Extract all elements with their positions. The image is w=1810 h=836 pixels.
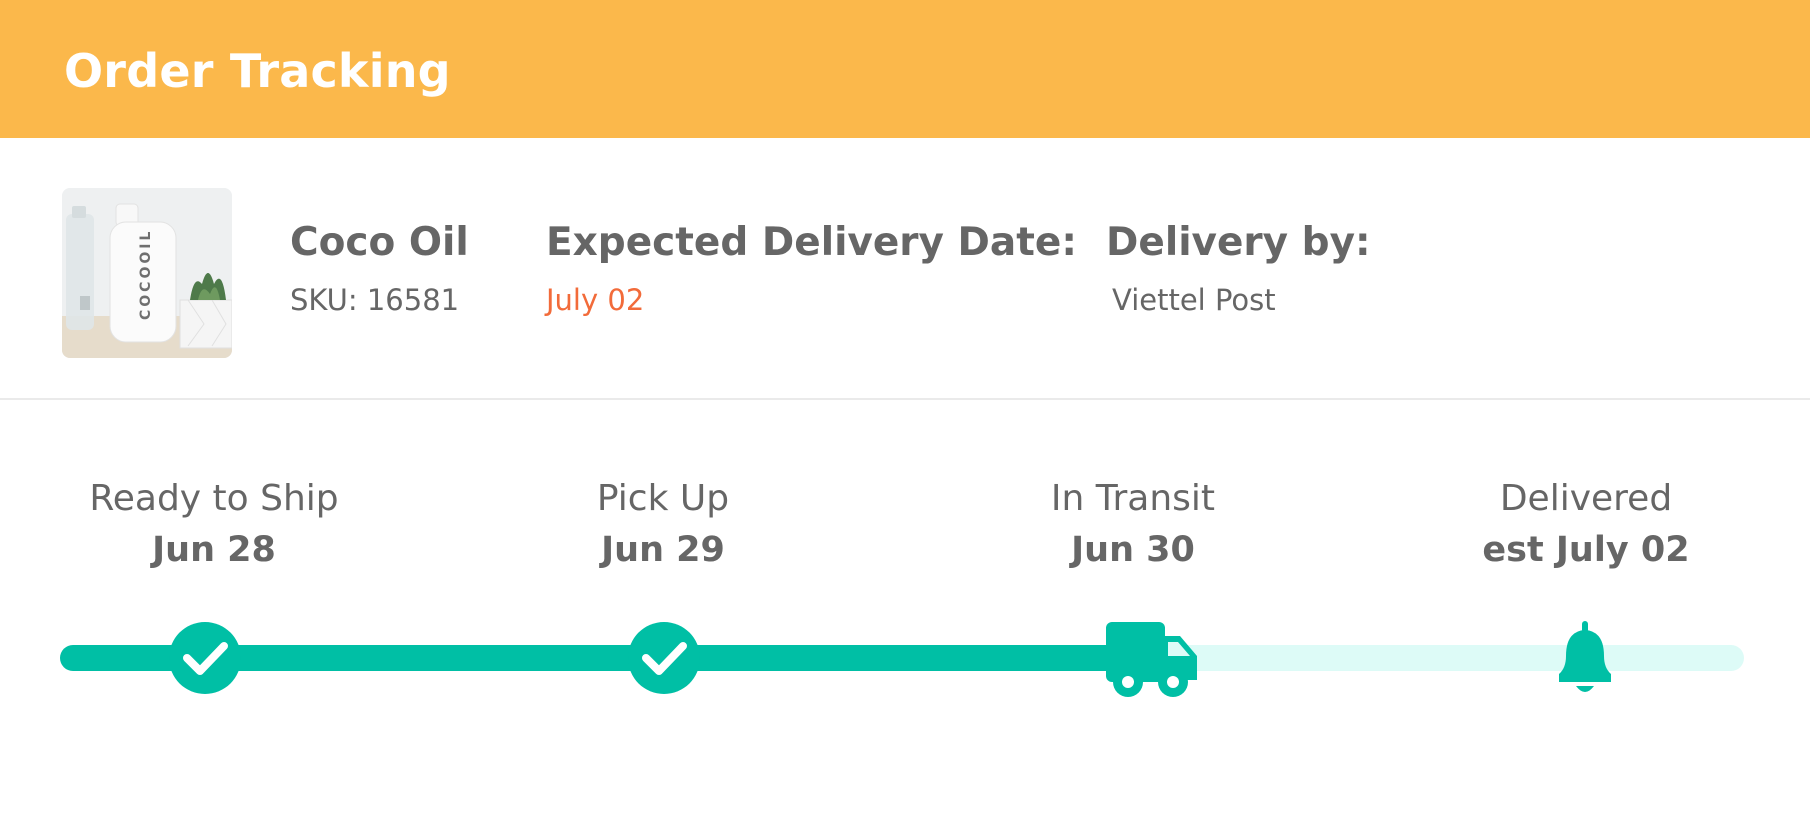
expected-delivery-date: July 02 <box>546 283 645 317</box>
tracking-progress-bar <box>60 621 1744 697</box>
product-info: Coco Oil SKU: 16581 <box>290 220 469 317</box>
step-date-pick-up: Jun 29 <box>601 530 725 570</box>
product-sku: SKU: 16581 <box>290 283 460 317</box>
step-label-ready-to-ship: Ready to Ship <box>89 478 339 519</box>
page-title: Order Tracking <box>64 44 451 98</box>
carrier-info: Delivery by: Viettel Post <box>1106 220 1371 317</box>
progress-track-remaining <box>1120 645 1744 671</box>
step-in-transit-truck-icon <box>1106 622 1197 697</box>
product-name: Coco Oil <box>290 220 469 265</box>
section-divider <box>0 398 1810 400</box>
step-date-ready-to-ship: Jun 28 <box>152 530 276 570</box>
step-label-delivered: Delivered <box>1499 478 1673 519</box>
step-date-delivered: est July 02 <box>1482 530 1690 570</box>
expected-delivery-label: Expected Delivery Date: <box>546 220 1077 265</box>
step-ready-to-ship-check-icon <box>169 622 241 694</box>
step-pick-up-check-icon <box>628 622 700 694</box>
bottle-brand-text: COCOOIL <box>138 229 154 320</box>
header-bar: Order Tracking <box>0 0 1810 138</box>
step-delivered-bell-icon <box>1559 621 1611 692</box>
carrier-label: Delivery by: <box>1106 220 1371 265</box>
carrier-name: Viettel Post <box>1112 283 1276 317</box>
product-photo: COCOOIL <box>62 188 232 358</box>
step-date-in-transit: Jun 30 <box>1071 530 1195 570</box>
product-image: COCOOIL <box>62 188 232 358</box>
step-label-in-transit: In Transit <box>1050 478 1216 519</box>
step-label-pick-up: Pick Up <box>596 478 730 519</box>
expected-delivery: Expected Delivery Date: July 02 <box>546 220 1077 317</box>
